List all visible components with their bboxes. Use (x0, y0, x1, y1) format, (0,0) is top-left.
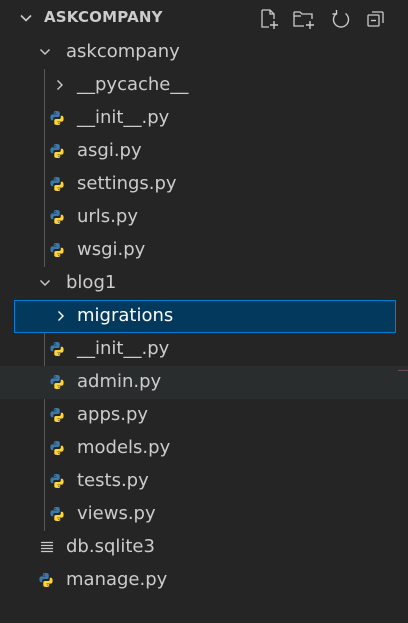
new-folder-icon (293, 11, 314, 29)
chevron-down-icon (40, 49, 50, 55)
python-file-icon (39, 573, 53, 587)
python-file-icon (50, 111, 64, 125)
python-file-icon (50, 210, 64, 224)
file-label: views.py (77, 503, 156, 524)
file-label: __init__.py (77, 107, 170, 128)
chevron-down-icon (40, 280, 50, 286)
chevron-right-icon (57, 80, 63, 90)
tree-folder-askcompany[interactable]: askcompany (0, 36, 408, 69)
tree-file-askcompany-init[interactable]: __init__.py (0, 102, 408, 135)
tree-folder-blog1[interactable]: blog1 (0, 267, 408, 300)
folder-label: blog1 (66, 272, 117, 293)
folder-label: askcompany (66, 41, 180, 62)
file-label: apps.py (77, 404, 149, 425)
python-file-icon (50, 408, 64, 422)
tree-folder-pycache[interactable]: __pycache__ (0, 69, 408, 102)
tree-file-asgi[interactable]: asgi.py (0, 135, 408, 168)
tree-file-manage[interactable]: manage.py (0, 564, 408, 597)
python-file-icon (50, 474, 64, 488)
python-file-icon (50, 243, 64, 257)
chevron-down-icon[interactable] (18, 10, 34, 26)
tree-file-db-sqlite3[interactable]: db.sqlite3 (0, 531, 408, 564)
tree-file-settings[interactable]: settings.py (0, 168, 408, 201)
folder-label: migrations (77, 305, 174, 326)
tree-file-models[interactable]: models.py (0, 432, 408, 465)
section-title: ASKCOMPANY (44, 8, 163, 26)
tree-file-views[interactable]: views.py (0, 498, 408, 531)
tree-file-blog1-init[interactable]: __init__.py (0, 333, 408, 366)
file-label: tests.py (77, 470, 149, 491)
python-file-icon (50, 507, 64, 521)
file-label: admin.py (77, 371, 162, 392)
file-label: settings.py (77, 173, 177, 194)
chevron-right-icon (58, 311, 64, 321)
file-label: urls.py (77, 206, 138, 227)
file-label: wsgi.py (77, 239, 146, 260)
tree-file-wsgi[interactable]: wsgi.py (0, 234, 408, 267)
tree-folder-migrations[interactable]: migrations (14, 300, 396, 333)
file-label: __init__.py (77, 338, 170, 359)
file-label: asgi.py (77, 140, 142, 161)
panel-edge-marker (398, 370, 408, 371)
new-folder-button[interactable] (292, 7, 316, 31)
file-label: manage.py (66, 569, 168, 590)
folder-label: __pycache__ (77, 74, 189, 95)
explorer-section-header[interactable]: ASKCOMPANY (0, 0, 408, 36)
tree-file-apps[interactable]: apps.py (0, 399, 408, 432)
python-file-icon (50, 177, 64, 191)
file-label: models.py (77, 437, 171, 458)
collapse-all-icon (367, 11, 384, 27)
tree-file-urls[interactable]: urls.py (0, 201, 408, 234)
python-file-icon (50, 441, 64, 455)
refresh-button[interactable] (329, 7, 353, 31)
python-file-icon (50, 342, 64, 356)
collapse-all-button[interactable] (364, 7, 388, 31)
lines-file-icon (41, 541, 53, 553)
python-file-icon (50, 144, 64, 158)
python-file-icon (50, 375, 64, 389)
refresh-icon (332, 10, 350, 28)
file-label: db.sqlite3 (66, 536, 155, 557)
tree-file-tests[interactable]: tests.py (0, 465, 408, 498)
tree-file-admin[interactable]: admin.py (0, 366, 408, 399)
new-file-icon (261, 9, 278, 29)
new-file-button[interactable] (257, 7, 281, 31)
